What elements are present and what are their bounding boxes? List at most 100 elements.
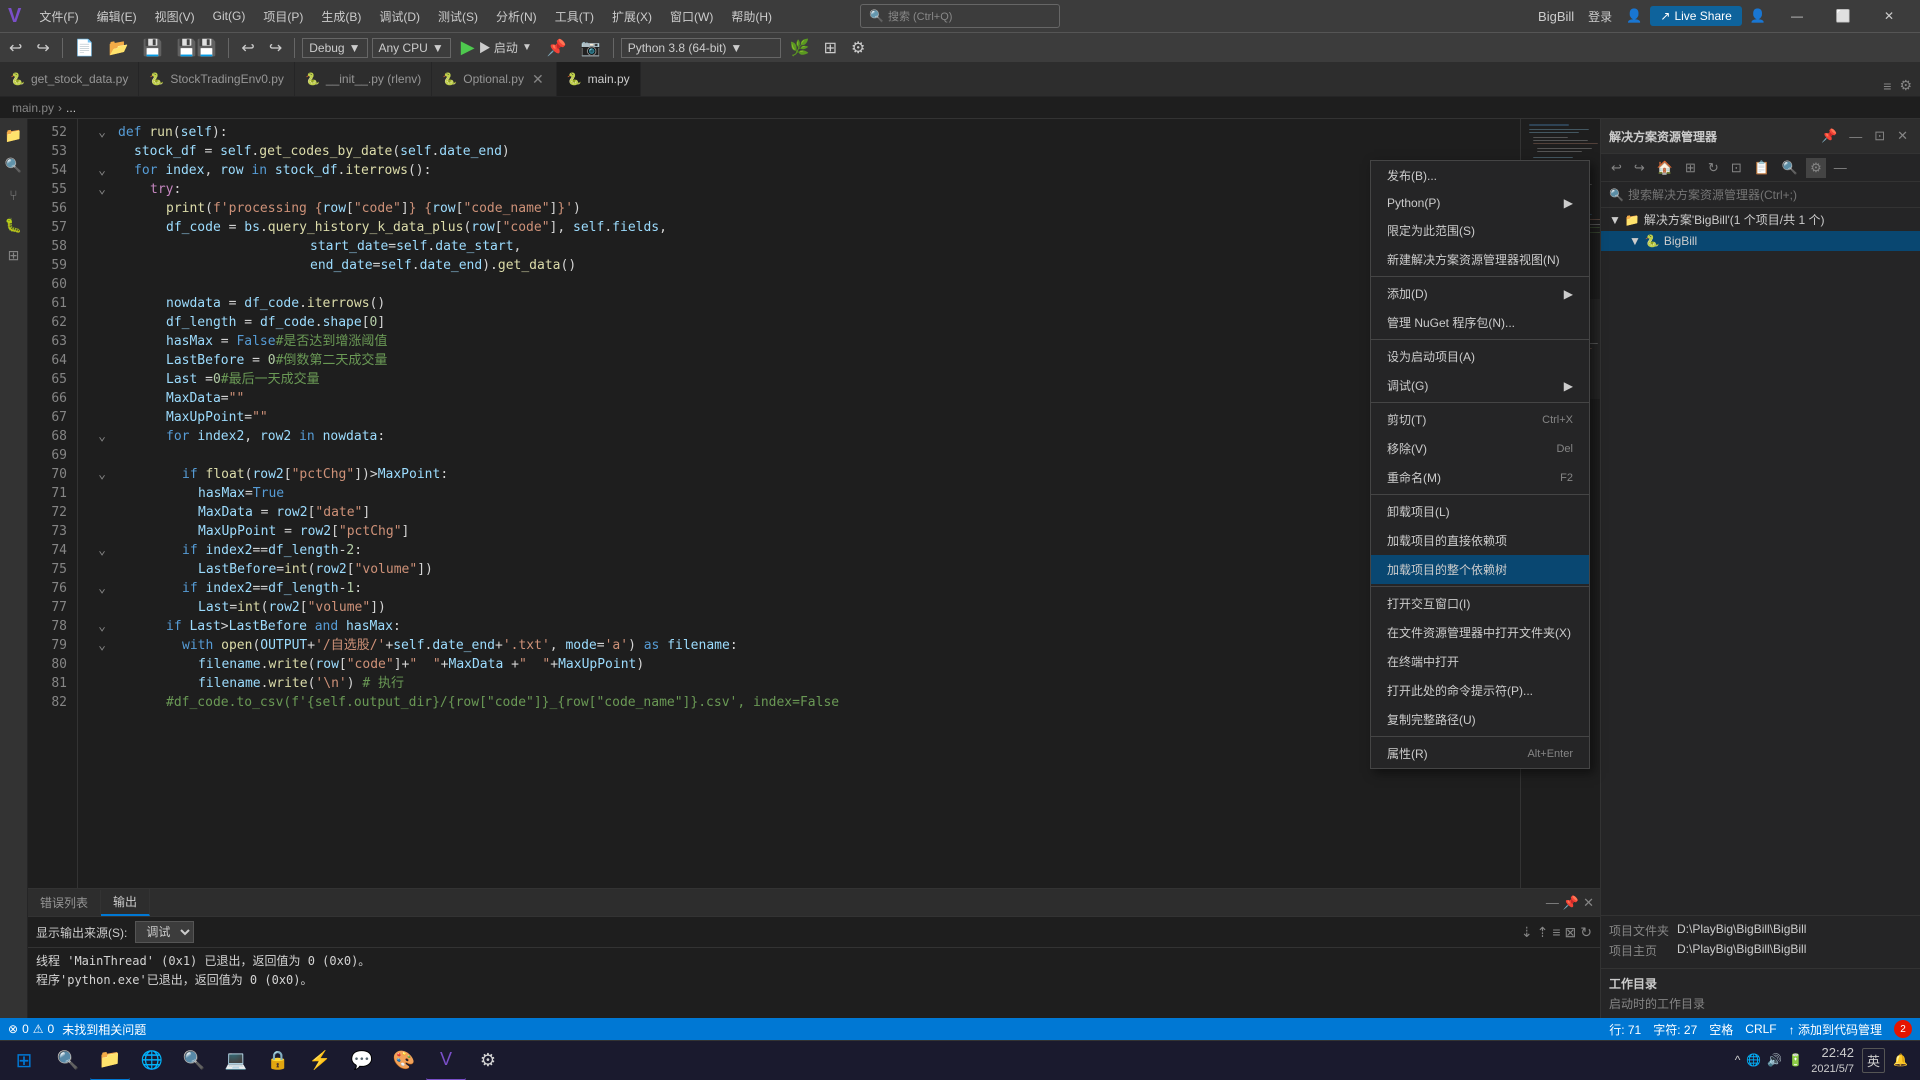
undo2-btn[interactable]: ↩ (236, 36, 259, 60)
ctx-open-folder[interactable]: 在文件资源管理器中打开文件夹(X) (1371, 618, 1589, 647)
login-btn[interactable]: 登录 (1582, 6, 1618, 27)
taskbar-app-power[interactable]: ⚡ (300, 1041, 340, 1080)
menu-edit[interactable]: 编辑(E) (89, 4, 145, 29)
run-button[interactable]: ▶ ▶ 启动 ▼ (455, 35, 538, 60)
ctx-new-view[interactable]: 新建解决方案资源管理器视图(N) (1371, 245, 1589, 274)
taskbar-app-search2[interactable]: 🔍 (174, 1041, 214, 1080)
menu-extensions[interactable]: 扩展(X) (604, 4, 660, 29)
redo2-btn[interactable]: ↪ (264, 36, 287, 60)
close-button[interactable]: ✕ (1866, 0, 1912, 32)
panel-close-btn[interactable]: ✕ (1893, 126, 1912, 146)
tab-error-list[interactable]: 错误列表 (28, 890, 101, 915)
notifications[interactable]: 🔔 (1893, 1053, 1908, 1067)
save-btn[interactable]: 💾 (138, 36, 168, 60)
tab-stock-trading-env[interactable]: 🐍 StockTradingEnv0.py (139, 62, 295, 96)
menu-test[interactable]: 测试(S) (430, 4, 486, 29)
panel-tool-9[interactable]: ⚙ (1806, 158, 1826, 178)
output-tool-4[interactable]: ⊠ (1565, 924, 1577, 941)
code-editor[interactable]: ⌄ def run(self): stock_df = self.get_cod… (78, 119, 1520, 888)
panel-tool-2[interactable]: ↪ (1630, 158, 1649, 178)
output-tool-3[interactable]: ≡ (1552, 924, 1560, 941)
redo-btn[interactable]: ↪ (31, 36, 54, 60)
start-button[interactable]: ⊞ (4, 1041, 44, 1080)
panel-minimize-btn[interactable]: — (1845, 127, 1866, 146)
open-btn[interactable]: 📂 (104, 36, 134, 60)
tab-optional-py[interactable]: 🐍 Optional.py ✕ (432, 62, 556, 96)
status-char[interactable]: 字符: 27 (1653, 1021, 1697, 1038)
panel-tool-7[interactable]: 📋 (1750, 158, 1774, 178)
panel-tool-5[interactable]: ↻ (1704, 158, 1723, 178)
python-version-dropdown[interactable]: Python 3.8 (64-bit) ▼ (621, 38, 781, 58)
tab-output[interactable]: 输出 (101, 889, 150, 916)
debug-config-dropdown[interactable]: Debug ▼ (302, 38, 367, 58)
taskbar-app-chrome[interactable]: 🌐 (132, 1041, 172, 1080)
input-method[interactable]: 英 (1862, 1048, 1885, 1073)
search-box[interactable]: 🔍 搜索 (Ctrl+Q) (860, 4, 1060, 28)
menu-window[interactable]: 窗口(W) (662, 4, 721, 29)
ctx-rename[interactable]: 重命名(M) F2 (1371, 463, 1589, 492)
panel-tool-3[interactable]: 🏠 (1653, 158, 1677, 178)
ctx-unload[interactable]: 卸载项目(L) (1371, 497, 1589, 526)
ctx-open-terminal[interactable]: 在终端中打开 (1371, 647, 1589, 676)
ctx-copy-path[interactable]: 复制完整路径(U) (1371, 705, 1589, 734)
ctx-debug[interactable]: 调试(G) ▶ (1371, 371, 1589, 400)
taskbar-app-vs[interactable]: V (426, 1041, 466, 1080)
notification-count[interactable]: 2 (1894, 1020, 1912, 1038)
status-add-source[interactable]: ↑ 添加到代码管理 (1789, 1021, 1882, 1038)
menu-debug[interactable]: 调试(D) (371, 4, 428, 29)
panel-search-input[interactable] (1628, 188, 1912, 202)
output-close[interactable]: ✕ (1583, 895, 1594, 911)
activity-debug[interactable]: 🐛 (2, 213, 26, 237)
taskbar-time[interactable]: 22:42 2021/5/7 (1811, 1044, 1854, 1078)
ctx-startup[interactable]: 设为启动项目(A) (1371, 342, 1589, 371)
menu-analyze[interactable]: 分析(N) (488, 4, 545, 29)
attach-btn[interactable]: 📌 (542, 36, 572, 60)
ctx-load-all[interactable]: 加载项目的整个依赖树 (1371, 555, 1589, 584)
ctx-python[interactable]: Python(P) ▶ (1371, 190, 1589, 216)
menu-tools[interactable]: 工具(T) (547, 4, 602, 29)
menu-git[interactable]: Git(G) (205, 5, 254, 27)
layout-btn[interactable]: ⊞ (819, 36, 842, 60)
ctx-cut[interactable]: 剪切(T) Ctrl+X (1371, 405, 1589, 434)
live-share-button[interactable]: ↗ Live Share (1650, 6, 1741, 26)
ctx-open-interactive[interactable]: 打开交互窗口(I) (1371, 589, 1589, 618)
menu-build[interactable]: 生成(B) (313, 4, 369, 29)
ctx-cmd-prompt[interactable]: 打开此处的命令提示符(P)... (1371, 676, 1589, 705)
project-item[interactable]: ▼ 🐍 BigBill (1601, 231, 1920, 251)
settings-btn2[interactable]: ⚙ (846, 36, 870, 60)
taskbar-app-security[interactable]: 🔒 (258, 1041, 298, 1080)
panel-pin-btn[interactable]: 📌 (1817, 126, 1841, 146)
ctx-remove[interactable]: 移除(V) Del (1371, 434, 1589, 463)
taskbar-app-search[interactable]: 🔍 (48, 1041, 88, 1080)
output-tool-1[interactable]: ⇣ (1521, 924, 1533, 941)
tab-main-py[interactable]: 🐍 main.py (557, 62, 641, 96)
screenshot-btn[interactable]: 📷 (576, 36, 606, 60)
minimize-button[interactable]: — (1774, 0, 1820, 32)
activity-search[interactable]: 🔍 (2, 153, 26, 177)
save-all-btn[interactable]: 💾💾 (172, 36, 222, 60)
output-tool-5[interactable]: ↻ (1580, 924, 1592, 941)
systray-expand[interactable]: ^ (1735, 1053, 1741, 1067)
status-line[interactable]: 行: 71 (1609, 1021, 1641, 1038)
output-source-select[interactable]: 调试 (135, 921, 194, 943)
panel-tool-4[interactable]: ⊞ (1681, 158, 1700, 178)
cpu-config-dropdown[interactable]: Any CPU ▼ (372, 38, 451, 58)
systray-battery[interactable]: 🔋 (1788, 1053, 1803, 1067)
taskbar-app-terminal[interactable]: 💻 (216, 1041, 256, 1080)
ctx-scope[interactable]: 限定为此范围(S) (1371, 216, 1589, 245)
solution-item[interactable]: ▼ 📁 解决方案'BigBill'(1 个项目/共 1 个) (1601, 208, 1920, 231)
ctx-properties[interactable]: 属性(R) Alt+Enter (1371, 739, 1589, 768)
taskbar-app-explorer[interactable]: 📁 (90, 1041, 130, 1080)
menu-view[interactable]: 视图(V) (147, 4, 203, 29)
output-tool-2[interactable]: ⇡ (1537, 924, 1549, 941)
ctx-add[interactable]: 添加(D) ▶ (1371, 279, 1589, 308)
env-btn[interactable]: 🌿 (785, 36, 815, 60)
output-pin[interactable]: 📌 (1563, 895, 1579, 911)
new-file-btn[interactable]: 📄 (70, 36, 100, 60)
activity-explorer[interactable]: 📁 (2, 123, 26, 147)
maximize-button[interactable]: ⬜ (1820, 0, 1866, 32)
menu-help[interactable]: 帮助(H) (723, 4, 780, 29)
ctx-nuget[interactable]: 管理 NuGet 程序包(N)... (1371, 308, 1589, 337)
systray-network[interactable]: 🌐 (1746, 1053, 1761, 1067)
panel-tool-8[interactable]: 🔍 (1778, 158, 1802, 178)
